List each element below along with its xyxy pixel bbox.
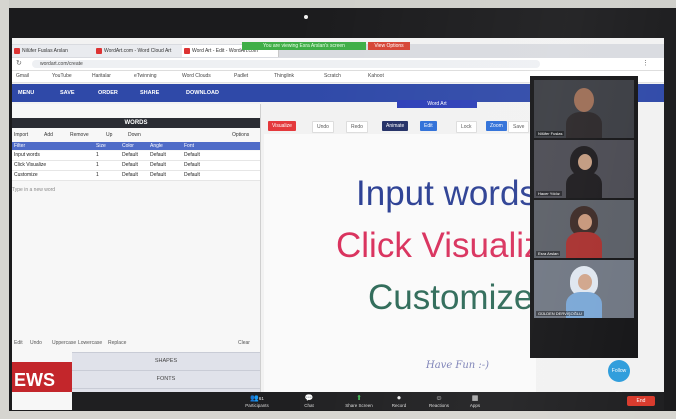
word-art-canvas[interactable]: Input words Click Visualiz Customize Hav… — [264, 134, 542, 392]
bookmark-item[interactable]: eTwinning — [134, 71, 157, 82]
save-button[interactable]: SAVE — [60, 84, 75, 102]
zoom-canvas-button[interactable]: Zoom — [486, 121, 507, 131]
frame-border-bottom — [0, 411, 676, 419]
participants-control[interactable]: 👥61 Participants — [242, 394, 272, 408]
address-bar: ↻ wordart.com/create ⋮ — [12, 58, 664, 71]
clear-button[interactable]: Clear — [238, 338, 250, 348]
table-row[interactable]: Click Visualize 1 Default Default Defaul… — [12, 161, 260, 171]
participant-figure — [566, 146, 602, 198]
uppercase-button[interactable]: Uppercase — [52, 338, 76, 348]
menu-dots-icon[interactable]: ⋮ — [642, 59, 649, 67]
follow-bubble[interactable]: Follow me — [608, 360, 630, 396]
news-channel-logo: EWS — [12, 362, 72, 392]
lowercase-button[interactable]: Lowercase — [78, 338, 102, 348]
words-bottom-tools: Edit Undo Uppercase Lowercase Replace Cl… — [12, 338, 260, 348]
participant-figure — [566, 206, 602, 258]
new-word-input[interactable]: Type in a new word — [12, 187, 55, 193]
bookmark-item[interactable]: Haritalar — [92, 71, 111, 82]
favicon-icon — [14, 48, 20, 54]
words-table-header: Filter Size Color Angle Font — [12, 142, 260, 150]
lock-button[interactable]: Lock — [456, 121, 477, 133]
chat-control[interactable]: 💬 Chat — [294, 394, 324, 408]
apps-control[interactable]: ▦ Apps — [460, 394, 490, 408]
canvas-word[interactable]: Click Visualiz — [336, 226, 542, 266]
share-button[interactable]: SHARE — [140, 84, 159, 102]
have-fun-note: Have Fun :-) — [426, 360, 490, 371]
shapes-section[interactable]: SHAPES — [72, 352, 260, 370]
canvas-word[interactable]: Input words — [356, 174, 537, 214]
word-art-label: Word Art — [397, 100, 477, 108]
redo-button[interactable]: Redo — [346, 121, 368, 133]
reactions-control[interactable]: ☺ Reactions — [424, 394, 454, 408]
bookmark-item[interactable]: Kahoot — [368, 71, 384, 82]
frame-border-top — [0, 0, 676, 8]
share-screen-control[interactable]: ⬆ Share Screen — [344, 394, 374, 408]
participant-video[interactable]: Hacer Yıldız — [534, 140, 634, 198]
screen-share-banner: You are viewing Esra Arslan's screen — [242, 42, 366, 50]
undo-button[interactable]: Undo — [30, 338, 42, 348]
bookmark-item[interactable]: Gmail — [16, 71, 29, 82]
visualize-button[interactable]: Visualize — [268, 121, 296, 131]
frame-border-left — [0, 0, 9, 419]
bookmark-item[interactable]: Word Clouds — [182, 71, 211, 82]
video-gallery: Nilüfer Fuslas Hacer Yıldız Esra Arslan — [530, 76, 638, 358]
edit-canvas-button[interactable]: Edit — [420, 121, 437, 131]
view-options-button[interactable]: View Options — [368, 42, 410, 50]
save-canvas-button[interactable]: Save — [508, 121, 530, 133]
apps-icon: ▦ — [471, 395, 479, 402]
options-button[interactable]: Options — [232, 130, 249, 140]
favicon-icon — [184, 48, 190, 54]
down-button[interactable]: Down — [128, 130, 141, 140]
table-row[interactable]: Customize 1 Default Default Default — [12, 171, 260, 181]
webcam-dot — [304, 15, 308, 19]
import-button[interactable]: Import — [14, 130, 28, 140]
url-field[interactable]: wordart.com/create — [32, 60, 540, 68]
record-control[interactable]: ⏺ Record — [384, 394, 414, 408]
participant-video[interactable]: GÜLDEN DERVİŞOĞLU — [534, 260, 634, 318]
table-row[interactable]: Input words 1 Default Default Default — [12, 151, 260, 161]
replace-button[interactable]: Replace — [108, 338, 126, 348]
canvas-word[interactable]: Customize — [368, 278, 533, 318]
participant-name: Hacer Yıldız — [536, 191, 562, 196]
bookmark-item[interactable]: YouTube — [52, 71, 72, 82]
add-button[interactable]: Add — [44, 130, 53, 140]
record-icon: ⏺ — [397, 395, 401, 402]
undo-canvas-button[interactable]: Undo — [312, 121, 334, 133]
participant-video[interactable]: Nilüfer Fuslas — [534, 80, 634, 138]
words-tools: Import Add Remove Up Down Options — [12, 130, 260, 140]
remove-button[interactable]: Remove — [70, 130, 89, 140]
reload-icon[interactable]: ↻ — [16, 59, 22, 67]
share-screen-icon: ⬆ — [356, 395, 362, 402]
fonts-section[interactable]: FONTS — [72, 370, 260, 388]
participant-video[interactable]: Esra Arslan — [534, 200, 634, 258]
edit-button[interactable]: Edit — [14, 338, 23, 348]
bookmark-item[interactable]: Scratch — [324, 71, 341, 82]
participants-icon: 👥61 — [250, 395, 264, 402]
favicon-icon — [96, 48, 102, 54]
participant-name: Esra Arslan — [536, 251, 561, 256]
end-meeting-button[interactable]: End — [627, 396, 655, 406]
animate-button[interactable]: Animate — [382, 121, 409, 131]
menu-button[interactable]: MENU — [18, 84, 34, 102]
monitor-screen: Nilüfer Fuslas Arslan WordArt.com - Word… — [12, 38, 664, 410]
participant-name: Nilüfer Fuslas — [536, 131, 565, 136]
zoom-control-bar: 👥61 Participants 💬 Chat ⬆ Share Screen ⏺… — [72, 392, 664, 410]
bookmark-item[interactable]: Padlet — [234, 71, 248, 82]
reactions-icon: ☺ — [435, 395, 443, 402]
up-button[interactable]: Up — [106, 130, 112, 140]
browser-tab-2[interactable]: WordArt.com - Word Cloud Art — [94, 45, 191, 57]
words-header: WORDS — [12, 118, 260, 128]
download-button[interactable]: DOWNLOAD — [186, 84, 219, 102]
participant-name: GÜLDEN DERVİŞOĞLU — [536, 311, 584, 316]
participant-figure — [566, 88, 602, 138]
canvas-toolbar: Visualize Undo Redo Animate Edit Lock Zo… — [268, 120, 538, 133]
chat-icon: 💬 — [304, 395, 314, 402]
order-button[interactable]: ORDER — [98, 84, 118, 102]
bookmark-item[interactable]: Thinglink — [274, 71, 294, 82]
browser-tab-1[interactable]: Nilüfer Fuslas Arslan — [12, 45, 103, 57]
